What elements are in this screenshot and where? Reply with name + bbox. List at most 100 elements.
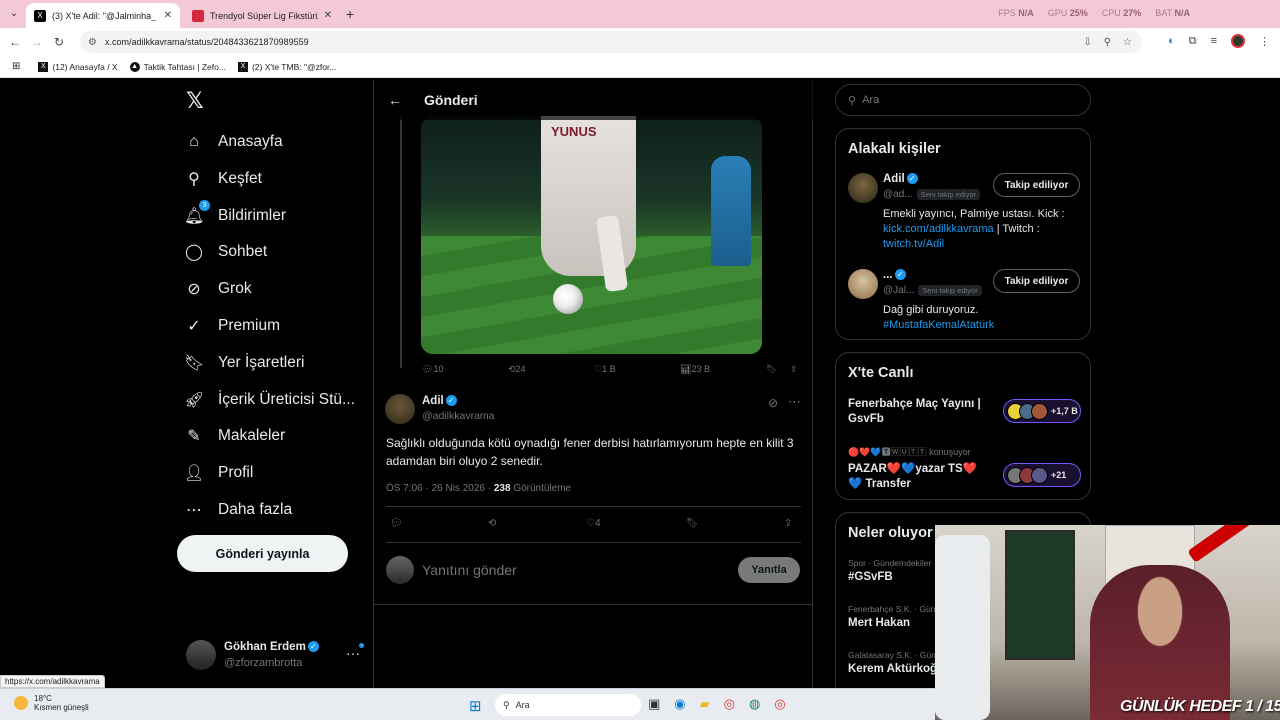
tweet-text: Sağlıklı olduğunda kötü oynadığı fener d… (386, 436, 794, 468)
nav-profile[interactable]: 👤︎ Profil (184, 455, 253, 491)
following-button[interactable]: Takip ediliyor (993, 173, 1080, 197)
nav-explore[interactable]: ⚲ Keşfet (184, 161, 262, 197)
back-arrow-icon[interactable]: ← (388, 92, 402, 108)
extension-icon[interactable]: ◐ (1168, 35, 1175, 47)
bookmark-star-icon[interactable]: ☆ (1123, 37, 1132, 48)
tab-title: (3) X'te Adil: "@Jalminha_ @yu (52, 10, 158, 21)
post-button[interactable]: Gönderi yayınla (177, 535, 348, 572)
trend-context: Spor · Gündemdekiler (848, 558, 932, 568)
share-icon[interactable]: ⇪ (784, 518, 792, 529)
tab-search-icon[interactable]: ⌄ (6, 6, 22, 22)
nav-notifications[interactable]: 🔔︎ 3 Bildirimler (184, 198, 286, 234)
avatar[interactable] (848, 173, 878, 203)
zoom-icon[interactable]: ⚲ (1104, 37, 1111, 48)
reload-icon[interactable]: ↻ (48, 35, 70, 49)
rocket-icon: 🚀︎ (184, 392, 205, 409)
person-bio: Dağ gibi duruyoruz. #MustafaKemalAtatürk (883, 304, 995, 331)
trend-item[interactable]: Galatasaray S.K. · Gün Kerem Aktürkoğ (848, 650, 937, 675)
puzzle-icon[interactable]: ⧉ (1189, 35, 1197, 48)
like-button[interactable]: ♡ 4 (586, 518, 601, 529)
nav-bookmarks[interactable]: 🔖︎ Yer İşaretleri (184, 345, 304, 381)
x-favicon-icon: X (38, 61, 49, 72)
avatar[interactable] (385, 394, 415, 424)
nav-more[interactable]: ⋯ Daha fazla (184, 492, 292, 528)
repost-action[interactable]: ⟲ 24 (508, 364, 526, 375)
back-icon[interactable]: ← (4, 35, 26, 49)
account-handle: @zforzambrotta (224, 657, 303, 669)
account-switcher[interactable]: Gökhan Erdem ✓ @zforzambrotta ··· (186, 635, 372, 675)
close-tab-icon[interactable]: ✕ (324, 10, 332, 21)
person-name[interactable]: Adil ✓ (883, 173, 918, 185)
premium-badge-icon: ✓ (187, 318, 201, 335)
following-button[interactable]: Takip ediliyor (993, 269, 1080, 293)
media-icon[interactable]: ≡ (1211, 35, 1217, 47)
person-handle: @ad... Seni takip ediyor (883, 189, 981, 200)
nav-articles[interactable]: ✎ Makaleler (184, 418, 285, 454)
apps-grid-icon[interactable]: ⊞ (12, 61, 20, 72)
reply-action[interactable]: 💬︎ 10 (422, 364, 443, 375)
bookmark-icon[interactable]: 🔖︎ (686, 518, 699, 529)
more-icon[interactable]: ··· (346, 645, 360, 661)
menu-icon[interactable]: ⋮ (1259, 35, 1270, 48)
bookmark-item[interactable]: X (2) X'te TMB: "@zfor... (237, 61, 336, 72)
listeners-pill[interactable]: +21 (1003, 463, 1081, 487)
weather-widget[interactable]: 18°C Kısmen güneşli (14, 694, 89, 712)
person-icon: 👤︎ (184, 465, 205, 482)
close-tab-icon[interactable]: ✕ (164, 10, 172, 21)
nav-home[interactable]: ⌂ Anasayfa (184, 124, 283, 160)
edge-icon[interactable]: ◉ (674, 696, 685, 712)
site-info-icon[interactable]: ⚙ (88, 37, 97, 48)
reply-icon[interactable]: 💬︎ (390, 518, 403, 529)
nav-label: Anasayfa (218, 133, 283, 150)
bookmark-item[interactable]: ▲ Taktik Tahtası | Zefo... (129, 61, 226, 72)
forward-icon[interactable]: → (26, 35, 48, 49)
avatar[interactable] (848, 269, 878, 299)
explorer-icon[interactable]: ▰ (700, 696, 710, 712)
app-icon[interactable]: ◍ (749, 696, 760, 712)
install-icon[interactable]: ⇩ (1083, 37, 1091, 48)
trend-item[interactable]: Fenerbahçe S.K. · Gün Mert Hakan (848, 604, 935, 629)
views-action[interactable]: 📊︎ 23 B (680, 364, 710, 375)
tweet-timestamp[interactable]: ÖS 7:06 · 26 Nis 2026 · (386, 483, 491, 494)
chrome-icon[interactable]: ◎ (774, 696, 785, 712)
repost-icon[interactable]: ⟲ (488, 518, 496, 529)
listeners-pill[interactable]: +1,7 B (1003, 399, 1081, 423)
bookmark-item[interactable]: X (12) Anasayfa / X (38, 61, 118, 72)
new-tab-button[interactable]: + (346, 6, 354, 22)
task-view-icon[interactable]: ▣ (648, 696, 660, 712)
nav-premium[interactable]: ✓ Premium (184, 308, 280, 344)
grok-icon[interactable]: ⊘ (768, 396, 778, 410)
search-input[interactable]: ⚲ Ara (835, 84, 1091, 116)
nav-label: Daha fazla (218, 501, 293, 518)
start-icon[interactable]: ⊞ (469, 697, 482, 715)
tweet-author-name[interactable]: Adil ✓ (422, 395, 457, 407)
reply-input[interactable]: Yanıtını gönder (422, 562, 517, 578)
tweet-author-handle[interactable]: @adilkkavrama (422, 410, 495, 422)
nav-grok[interactable]: ⊘ Grok (184, 271, 251, 307)
bell-icon: 🔔︎ 3 (184, 200, 210, 226)
reply-button[interactable]: Yanıtla (738, 557, 800, 583)
search-icon: ⚲ (848, 94, 857, 107)
more-icon[interactable]: ⋯ (788, 394, 801, 410)
tab-title: Trendyol Süper Lig Fikstürü ve P (210, 10, 318, 21)
nav-creator-studio[interactable]: 🚀︎ İçerik Üreticisi Stü... (184, 382, 355, 418)
live-title: PAZAR❤️💙yazar TS❤️💙 Transfer (848, 463, 978, 490)
nav-chat[interactable]: ◯ Sohbet (184, 234, 267, 270)
profile-avatar[interactable] (1231, 34, 1245, 48)
bookmark-icon[interactable]: 🔖︎ (766, 364, 777, 375)
like-action[interactable]: ♡ 1 B (594, 364, 616, 375)
address-bar[interactable]: ⚙ x.com/adilkkavrama/status/204843362187… (80, 31, 1142, 53)
share-icon[interactable]: ⇪ (790, 364, 798, 375)
post-media-image[interactable]: YUNUS (421, 116, 762, 354)
tab-x-post[interactable]: X (3) X'te Adil: "@Jalminha_ @yu ✕ (26, 3, 180, 28)
bio-link[interactable]: twitch.tv/Adil (883, 238, 944, 250)
bio-link[interactable]: #MustafaKemalAtatürk (883, 319, 994, 331)
taskbar-search[interactable]: ⚲ Ara (495, 694, 641, 716)
bio-link[interactable]: kick.com/adilkkavrama (883, 223, 994, 235)
verified-icon: ✓ (894, 269, 906, 281)
tab-super-lig[interactable]: Trendyol Süper Lig Fikstürü ve P ✕ (184, 3, 340, 28)
person-name[interactable]: ... ✓ (883, 269, 906, 281)
chrome-icon[interactable]: ◎ (724, 696, 735, 712)
x-logo-icon[interactable]: 𝕏 (186, 88, 204, 114)
trend-item[interactable]: Spor · Gündemdekiler #GSvFB (848, 558, 931, 583)
